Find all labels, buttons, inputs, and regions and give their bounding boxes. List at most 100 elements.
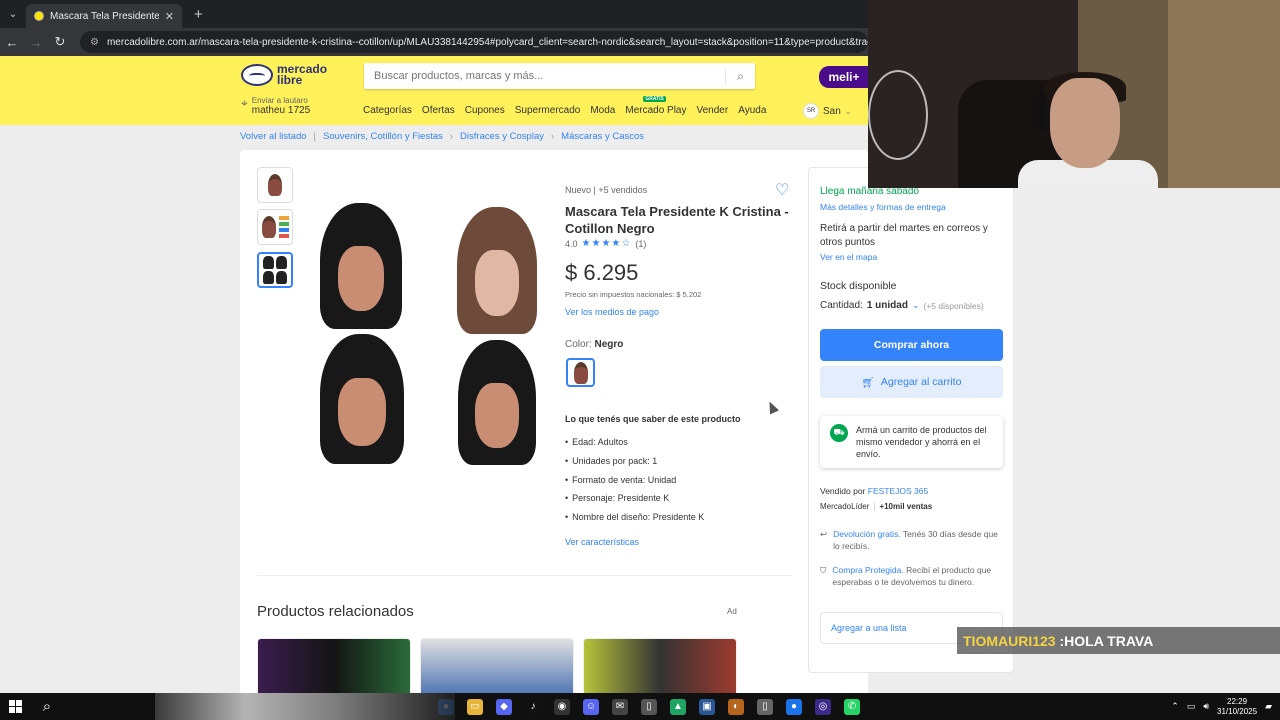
- clock[interactable]: 22:29 31/10/2025: [1217, 697, 1257, 717]
- gallery-thumbnail-selected[interactable]: [257, 252, 293, 288]
- nav-moda[interactable]: Moda: [590, 105, 615, 116]
- tab-list-icon[interactable]: ⌄: [0, 0, 26, 28]
- delivery-details-link[interactable]: Más detalles y formas de entrega: [820, 202, 946, 212]
- nav-cupones[interactable]: Cupones: [465, 105, 505, 116]
- nav-categorias[interactable]: Categorías: [363, 105, 412, 116]
- protected-purchase-link[interactable]: Compra Protegida.: [832, 565, 903, 575]
- meli-plus-banner[interactable]: meli+: [819, 66, 869, 88]
- chevron-up-icon[interactable]: ⌃: [1171, 701, 1179, 712]
- close-tab-icon[interactable]: ✕: [165, 10, 174, 23]
- payment-methods-link[interactable]: Ver los medios de pago: [565, 307, 659, 317]
- user-menu[interactable]: SR San ⌄: [803, 103, 852, 119]
- network-icon[interactable]: ▭: [1187, 701, 1196, 712]
- stream-chat-message: TIOMAURI123HOLA TRAVA: [957, 627, 1280, 654]
- back-to-list-link[interactable]: Volver al listado: [240, 131, 307, 142]
- drive-icon[interactable]: ▲: [670, 698, 686, 715]
- taskbar-apps: ● ▭ ◆ ♪ ◉ ☺ ✉ ▯ ▲ ▣ ◐ ▯ ● ◎ ✆: [438, 698, 860, 715]
- free-return-link[interactable]: Devolución gratis.: [833, 529, 901, 539]
- chevron-right-icon: ›: [449, 131, 454, 142]
- shield-icon: ⛉: [820, 565, 827, 575]
- rating[interactable]: 4.0 ★★★★☆ (1): [565, 238, 646, 249]
- mercadolibre-logo[interactable]: mercado libre: [241, 63, 337, 86]
- file2-icon[interactable]: ▯: [757, 698, 773, 715]
- color-strips-image: [278, 216, 289, 238]
- app-icon[interactable]: ◆: [496, 698, 512, 715]
- condition-sales: Nuevo | +5 vendidos: [565, 185, 648, 195]
- folder-icon[interactable]: ▭: [467, 698, 483, 715]
- address-label: Enviar a lautaro: [251, 96, 308, 105]
- list-item: Nombre del diseño: Presidente K: [565, 512, 704, 531]
- gallery-thumbnail[interactable]: [257, 209, 293, 245]
- gallery-thumbnail[interactable]: [257, 167, 293, 203]
- truck-icon: ⛟: [830, 424, 848, 442]
- shipping-address[interactable]: ⌖ Enviar a lautaro matheu 1725: [241, 96, 310, 116]
- color-swatch[interactable]: [566, 358, 595, 387]
- nav-mercado-play-label: Mercado Play: [625, 105, 687, 116]
- discord-icon[interactable]: ☺: [583, 698, 599, 715]
- window-icon[interactable]: ▣: [699, 698, 715, 715]
- return-icon: ↩: [820, 529, 828, 539]
- search-box: ⌕: [364, 63, 755, 89]
- mask-image: [320, 334, 404, 464]
- pickup-info: Retirá a partir del martes en correos y …: [820, 223, 988, 248]
- seller-link[interactable]: FESTEJOS 365: [868, 486, 928, 496]
- cart-tip-popover: ⛟ Armá un carrito de productos del mismo…: [820, 416, 1003, 468]
- breadcrumb-item[interactable]: Disfraces y Cosplay: [460, 131, 544, 142]
- chat-username: TIOMAURI123: [963, 633, 1064, 649]
- back-icon[interactable]: ←: [0, 35, 24, 50]
- file-icon[interactable]: ▯: [641, 698, 657, 715]
- start-button[interactable]: [0, 693, 30, 720]
- app3-icon[interactable]: ◎: [815, 698, 831, 715]
- search-icon[interactable]: ⌕: [725, 68, 755, 84]
- ad-label: Ad: [727, 607, 737, 616]
- site-info-icon[interactable]: ⚙: [90, 37, 99, 48]
- nav-ofertas[interactable]: Ofertas: [422, 105, 455, 116]
- heart-icon[interactable]: ♡: [775, 180, 789, 200]
- chrome2-icon[interactable]: ●: [786, 698, 802, 715]
- map-link[interactable]: Ver en el mapa: [820, 252, 877, 262]
- search-input[interactable]: [374, 70, 725, 82]
- forward-icon[interactable]: →: [24, 35, 48, 50]
- app2-icon[interactable]: ◐: [728, 698, 744, 715]
- site-header: mercado libre ⌕ meli+ ⌖ Enviar a lautaro…: [0, 56, 869, 125]
- breadcrumb-item[interactable]: Máscaras y Cascos: [561, 131, 644, 142]
- breadcrumb-item[interactable]: Souvenirs, Cotillón y Fiestas: [323, 131, 443, 142]
- breadcrumb-separator: |: [313, 131, 317, 142]
- url-text: mercadolibre.com.ar/mascara-tela-preside…: [106, 36, 868, 48]
- reload-icon[interactable]: ↻: [48, 34, 72, 50]
- key-features-heading: Lo que tenés que saber de este producto: [565, 414, 741, 424]
- nav-mercado-play[interactable]: GRATIS Mercado Play: [625, 96, 687, 116]
- nav-vender[interactable]: Vender: [697, 105, 729, 116]
- nav-ayuda[interactable]: Ayuda: [738, 105, 766, 116]
- quantity-label: Cantidad:: [820, 300, 863, 311]
- nav-supermercado[interactable]: Supermercado: [515, 105, 581, 116]
- mask-thumbnail-image: [268, 174, 282, 196]
- product-main-image[interactable]: [310, 200, 550, 470]
- see-features-link[interactable]: Ver características: [565, 537, 639, 547]
- new-tab-icon[interactable]: +: [194, 6, 203, 23]
- chat-text: HOLA TRAVA: [1064, 632, 1154, 649]
- tiktok-icon[interactable]: ♪: [525, 698, 541, 715]
- obs-icon[interactable]: ◉: [554, 698, 570, 715]
- address-bar[interactable]: ⚙ mercadolibre.com.ar/mascara-tela-presi…: [80, 31, 868, 53]
- whatsapp-icon[interactable]: ✆: [844, 698, 860, 715]
- mail-icon[interactable]: ✉: [612, 698, 628, 715]
- clock-time: 22:29: [1227, 696, 1248, 706]
- quantity-selector[interactable]: Cantidad: 1 unidad ⌄ (+5 disponibles): [820, 300, 984, 311]
- chevron-right-icon: ›: [551, 131, 555, 142]
- notification-icon[interactable]: ▰: [1265, 701, 1272, 712]
- related-products-heading: Productos relacionados: [257, 603, 414, 620]
- add-to-cart-button[interactable]: 🛒︎ Agregar al carrito: [820, 366, 1003, 398]
- buy-now-button[interactable]: Comprar ahora: [820, 329, 1003, 361]
- seller-sales: +10mil ventas: [879, 502, 933, 511]
- search-icon[interactable]: ⌕: [30, 698, 64, 715]
- sold-by-label: Vendido por: [820, 486, 866, 496]
- mask-image: [458, 340, 536, 465]
- browser-tab-bar: ⌄ Mascara Tela Presidente K Cristi ✕ +: [0, 0, 868, 28]
- rating-count: (1): [635, 238, 647, 249]
- volume-icon[interactable]: 🔊︎: [1203, 701, 1209, 712]
- stock-status: Stock disponible: [820, 280, 897, 292]
- windows-icon: [8, 700, 22, 713]
- quantity-value: 1 unidad: [866, 300, 908, 311]
- browser-tab[interactable]: Mascara Tela Presidente K Cristi ✕: [26, 4, 182, 28]
